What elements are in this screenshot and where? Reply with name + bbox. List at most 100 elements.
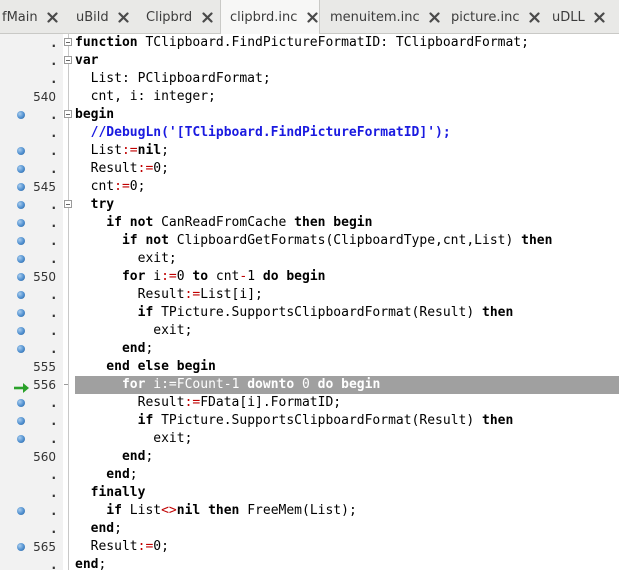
code-line[interactable]: . finally — [0, 484, 619, 502]
code-line[interactable]: . if TPicture.SupportsClipboardFormat(Re… — [0, 412, 619, 430]
close-icon[interactable] — [429, 11, 440, 23]
code-text: var — [75, 52, 98, 70]
tab-picture-inc[interactable]: picture.inc — [440, 0, 542, 34]
keyword: for — [75, 269, 146, 284]
operator: := — [184, 287, 201, 302]
code-text: exit; — [75, 430, 192, 448]
code-token: 0 — [294, 377, 318, 392]
breakpoint-dot-icon[interactable] — [17, 507, 25, 515]
code-line[interactable]: . if TPicture.SupportsClipboardFormat(Re… — [0, 304, 619, 322]
breakpoint-dot-icon[interactable] — [17, 111, 25, 119]
close-icon[interactable] — [201, 11, 213, 23]
code-line[interactable]: . Result:=FData[i].FormatID; — [0, 394, 619, 412]
close-icon[interactable] — [306, 12, 318, 24]
code-line[interactable]: 565 Result:=0; — [0, 538, 619, 556]
code-line[interactable]: 560 end; — [0, 448, 619, 466]
breakpoint-dot-icon[interactable] — [17, 435, 25, 443]
code-line[interactable]: . begin — [0, 106, 619, 124]
keyword: to — [192, 269, 209, 284]
breakpoint-dot-icon[interactable] — [17, 417, 25, 425]
close-icon[interactable] — [118, 11, 130, 23]
operator: := — [161, 269, 177, 284]
line-number: . — [51, 504, 56, 518]
keyword: downto — [247, 377, 295, 392]
code-token: FData[i].FormatID; — [200, 395, 342, 410]
code-text: end; — [75, 520, 122, 538]
code-token: exit; — [75, 431, 193, 446]
tab-clipbrd[interactable]: Clipbrd — [135, 0, 220, 34]
code-text: if not CanReadFromCache then begin — [75, 214, 372, 232]
breakpoint-dot-icon[interactable] — [17, 219, 25, 227]
breakpoint-dot-icon[interactable] — [17, 237, 25, 245]
tab-fmain[interactable]: fMain — [0, 0, 62, 34]
code-text: if not ClipboardGetFormats(ClipboardType… — [75, 232, 552, 250]
breakpoint-dot-icon[interactable] — [17, 345, 25, 353]
code-token: FreeMem(List); — [239, 503, 357, 518]
code-line[interactable]: . if List<>nil then FreeMem(List); — [0, 502, 619, 520]
tab-udll[interactable]: uDLL — [542, 0, 619, 34]
fold-collapse-icon[interactable] — [64, 56, 72, 64]
code-line[interactable]: . exit; — [0, 322, 619, 340]
breakpoint-dot-icon[interactable] — [17, 147, 25, 155]
breakpoint-dot-icon[interactable] — [17, 201, 25, 209]
close-icon[interactable] — [594, 11, 606, 23]
tab-clipbrd-inc[interactable]: clipbrd.inc — [220, 0, 320, 35]
breakpoint-dot-icon[interactable] — [17, 543, 25, 551]
keyword: if not — [75, 215, 154, 230]
fold-collapse-icon[interactable] — [64, 200, 72, 208]
code-area[interactable]: . function TClipboard.FindPictureFormatID… — [0, 34, 619, 572]
code-line[interactable]: 545 cnt:=0; — [0, 178, 619, 196]
code-line[interactable]: . try — [0, 196, 619, 214]
breakpoint-dot-icon[interactable] — [17, 291, 25, 299]
code-line[interactable]: . var — [0, 52, 619, 70]
code-token: i — [145, 269, 162, 284]
breakpoint-dot-icon[interactable] — [17, 273, 25, 281]
execution-line[interactable]: 556 for i:=FCount-1 downto 0 do begin — [0, 376, 619, 394]
code-line[interactable]: 540 cnt, i: integer; — [0, 88, 619, 106]
code-line[interactable]: . function TClipboard.FindPictureFormatID… — [0, 34, 619, 52]
breakpoint-dot-icon[interactable] — [17, 165, 25, 173]
code-line[interactable]: . end; — [0, 556, 619, 574]
code-token: cnt — [208, 269, 240, 284]
code-line[interactable]: . List: PClipboardFormat; — [0, 70, 619, 88]
code-text: function TClipboard.FindPictureFormatID:… — [75, 34, 529, 52]
code-line[interactable]: . end; — [0, 520, 619, 538]
breakpoint-dot-icon[interactable] — [17, 255, 25, 263]
code-line[interactable]: . if not ClipboardGetFormats(ClipboardTy… — [0, 232, 619, 250]
code-editor[interactable]: . function TClipboard.FindPictureFormatID… — [0, 34, 619, 572]
keyword: end — [75, 521, 115, 536]
code-line[interactable]: . List:=nil; — [0, 142, 619, 160]
keyword: end — [75, 341, 146, 356]
code-line[interactable]: . if not CanReadFromCache then begin — [0, 214, 619, 232]
operator: := — [121, 143, 138, 158]
comment: //DebugLn('[TClipboard.FindPictureFormat… — [75, 125, 451, 140]
code-line[interactable]: 550 for i:=0 to cnt-1 do begin — [0, 268, 619, 286]
fold-collapse-icon[interactable] — [64, 38, 72, 46]
tab-ubild[interactable]: uBild — [62, 0, 135, 34]
code-line[interactable]: . //DebugLn('[TClipboard.FindPictureForm… — [0, 124, 619, 142]
breakpoint-dot-icon[interactable] — [17, 327, 25, 335]
code-line[interactable]: . exit; — [0, 430, 619, 448]
line-number: 550 — [33, 270, 56, 284]
close-icon[interactable] — [47, 11, 59, 23]
code-line[interactable]: . Result:=0; — [0, 160, 619, 178]
breakpoint-dot-icon[interactable] — [17, 399, 25, 407]
code-line[interactable]: . end; — [0, 466, 619, 484]
code-token: cnt — [75, 179, 115, 194]
code-line[interactable]: 555 end else begin — [0, 358, 619, 376]
keyword: then — [482, 413, 514, 428]
code-text: Result:=0; — [75, 538, 169, 556]
keyword: nil then — [176, 503, 240, 518]
code-line[interactable]: . exit; — [0, 250, 619, 268]
breakpoint-dot-icon[interactable] — [17, 183, 25, 191]
fold-collapse-icon[interactable] — [64, 110, 72, 118]
code-text: try — [75, 196, 115, 214]
code-token: List — [75, 143, 122, 158]
code-line[interactable]: . end; — [0, 340, 619, 358]
code-line[interactable]: . Result:=List[i]; — [0, 286, 619, 304]
close-icon[interactable] — [529, 11, 541, 23]
tab-label: uDLL — [552, 9, 585, 25]
tab-menuitem-inc[interactable]: menuitem.inc — [320, 0, 440, 34]
tab-label: picture.inc — [451, 9, 520, 25]
breakpoint-dot-icon[interactable] — [17, 309, 25, 317]
